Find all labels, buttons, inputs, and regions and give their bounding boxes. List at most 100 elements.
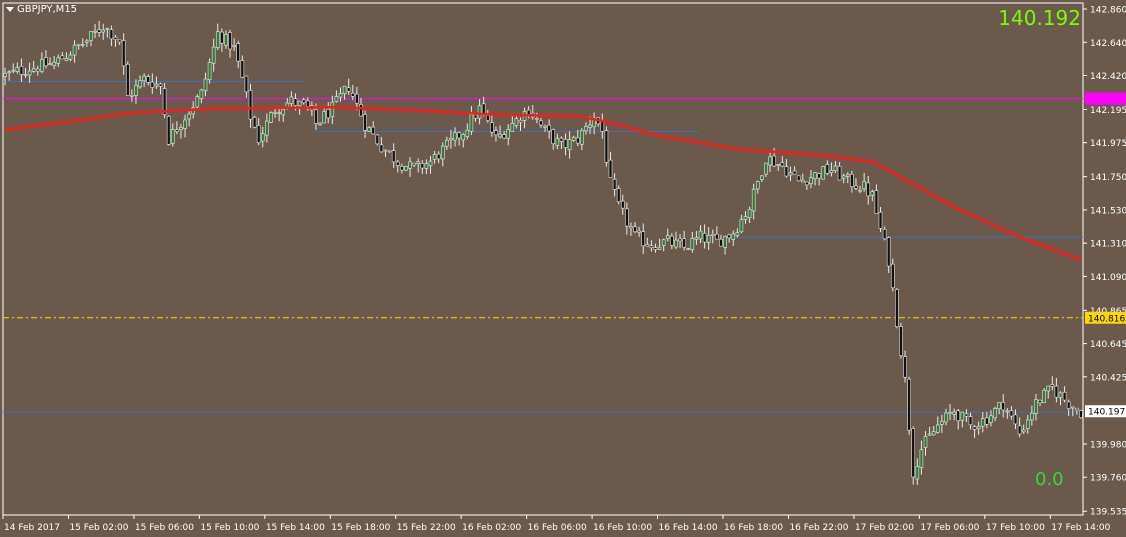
candle-body[interactable] [792,170,797,175]
candle-body[interactable] [35,68,40,72]
candle-body[interactable] [383,149,388,152]
candle-body[interactable] [11,69,16,72]
candle-body[interactable] [788,172,793,176]
candle-body[interactable] [404,166,408,171]
candle-body[interactable] [895,289,899,327]
candle-body[interactable] [625,208,629,227]
candle-body[interactable] [547,124,551,132]
candle-body[interactable] [972,426,977,430]
candle-body[interactable] [706,235,711,243]
candle-body[interactable] [252,117,257,128]
candle-body[interactable] [588,124,592,128]
candle-body[interactable] [960,411,965,421]
candle-body[interactable] [985,417,989,425]
candle-body[interactable] [760,175,764,180]
candle-body[interactable] [52,61,56,66]
candle-body[interactable] [800,179,805,183]
candle-body[interactable] [485,115,490,121]
candle-body[interactable] [661,239,666,246]
candle-body[interactable] [571,136,576,141]
candle-body[interactable] [387,150,392,153]
candle-body[interactable] [768,156,772,166]
candle-body[interactable] [330,101,335,117]
candle-body[interactable] [420,163,425,169]
candle-body[interactable] [109,29,114,40]
candle-body[interactable] [1030,412,1034,421]
candle-body[interactable] [1013,414,1018,425]
candle-body[interactable] [265,120,269,136]
candle-body[interactable] [535,118,539,120]
candle-body[interactable] [580,130,584,145]
candle-body[interactable] [903,356,907,378]
candle-body[interactable] [567,139,572,150]
candle-body[interactable] [764,162,768,175]
candle-body[interactable] [862,181,866,190]
candle-body[interactable] [964,413,969,417]
candle-body[interactable] [845,174,850,177]
candle-body[interactable] [432,154,437,160]
candle-body[interactable] [56,57,61,64]
candle-body[interactable] [1058,392,1063,398]
candle-body[interactable] [850,174,854,188]
candle-body[interactable] [428,160,433,167]
candle-body[interactable] [498,133,502,138]
candle-body[interactable] [1075,407,1079,411]
candle-body[interactable] [121,40,126,67]
candle-body[interactable] [130,94,134,97]
candle-body[interactable] [436,153,441,160]
candle-body[interactable] [158,83,163,87]
candle-body[interactable] [15,67,20,72]
candle-body[interactable] [232,45,236,48]
candle-body[interactable] [604,130,609,163]
candle-body[interactable] [297,100,302,107]
candle-body[interactable] [989,415,993,423]
candle-body[interactable] [952,411,956,415]
candle-body[interactable] [854,185,858,189]
candle-body[interactable] [911,428,916,478]
candle-body[interactable] [477,105,482,119]
candle-body[interactable] [117,39,122,43]
candle-body[interactable] [1034,399,1038,414]
candle-body[interactable] [48,63,52,65]
candle-body[interactable] [719,238,723,247]
candle-body[interactable] [886,237,891,267]
candle-body[interactable] [739,219,744,233]
candle-body[interactable] [510,123,515,132]
candle-body[interactable] [1038,399,1042,404]
candle-body[interactable] [211,46,216,64]
candle-body[interactable] [776,163,781,166]
candle-body[interactable] [371,126,376,135]
candle-body[interactable] [1050,384,1055,387]
candle-body[interactable] [1009,410,1014,417]
candle-body[interactable] [273,111,277,114]
candle-body[interactable] [195,96,200,108]
candle-body[interactable] [64,57,69,61]
candle-body[interactable] [40,58,44,72]
candle-body[interactable] [649,245,654,249]
candle-body[interactable] [825,164,830,174]
candle-body[interactable] [465,129,470,137]
candle-body[interactable] [948,412,952,414]
candle-body[interactable] [269,112,273,123]
candle-body[interactable] [841,175,846,179]
candle-body[interactable] [874,190,879,214]
candle-body[interactable] [653,247,658,250]
candle-body[interactable] [866,182,871,197]
candle-body[interactable] [367,127,371,132]
candle-body[interactable] [281,108,286,116]
candle-body[interactable] [620,200,625,209]
candle-body[interactable] [293,98,298,106]
candle-body[interactable] [93,30,97,33]
candle-body[interactable] [19,66,24,75]
candle-body[interactable] [641,231,646,247]
candle-body[interactable] [731,233,736,240]
candle-body[interactable] [1025,419,1030,429]
candle-body[interactable] [412,162,416,166]
candle-body[interactable] [616,188,621,202]
chart-window[interactable]: 142.860 142.640 142.420 142.195 141.975 141.7… [0,0,1126,537]
candle-body[interactable] [89,31,93,41]
candle-body[interactable] [890,263,895,289]
candle-body[interactable] [518,120,523,123]
candle-body[interactable] [138,80,142,88]
candle-body[interactable] [469,114,474,132]
